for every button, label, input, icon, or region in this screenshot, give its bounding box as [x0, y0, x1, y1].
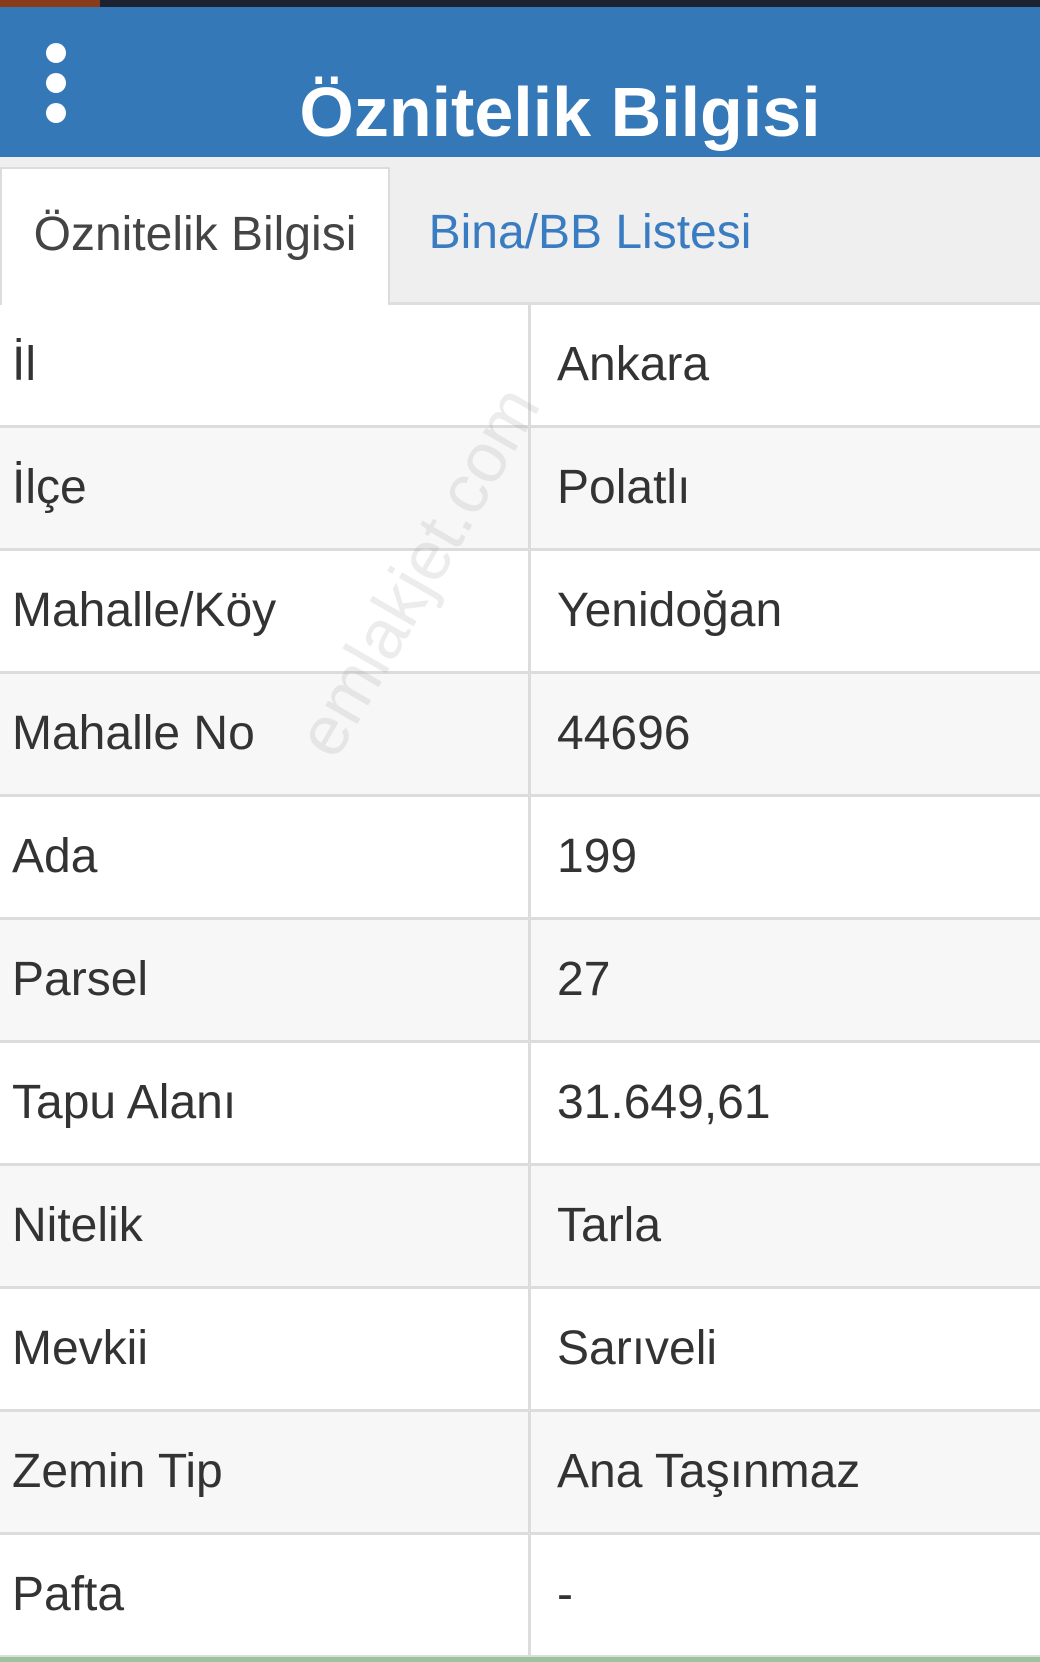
row-value: 44696	[557, 707, 691, 760]
table-row: Parsel 27	[0, 920, 1040, 1043]
row-key: Tapu Alanı	[12, 1076, 237, 1129]
row-key: Mahalle/Köy	[12, 584, 277, 637]
status-strip-accent	[0, 0, 100, 7]
menu-dot	[46, 73, 66, 93]
table-row: Mahalle/Köy Yenidoğan	[0, 551, 1040, 674]
row-key: İlçe	[12, 461, 87, 514]
row-value: Yenidoğan	[557, 584, 783, 637]
row-key: Nitelik	[12, 1199, 143, 1252]
tab-bar: Öznitelik Bilgisi Bina/BB Listesi	[0, 157, 1040, 305]
table-row: İlçe Polatlı	[0, 428, 1040, 551]
row-value: Ana Taşınmaz	[557, 1445, 861, 1498]
table-row: Pafta -	[0, 1535, 1040, 1658]
row-value: 199	[557, 830, 638, 883]
row-value: 27	[557, 953, 611, 1006]
menu-dot	[46, 43, 66, 63]
row-key: Ada	[12, 830, 98, 883]
bottom-edge-line	[0, 1657, 1040, 1662]
table-row: Zemin Tip Ana Taşınmaz	[0, 1412, 1040, 1535]
menu-dot	[46, 103, 66, 123]
row-value: Sarıveli	[557, 1322, 718, 1375]
table-row: Ada 199	[0, 797, 1040, 920]
row-key: İl	[12, 338, 36, 391]
table-row: Mahalle No 44696	[0, 674, 1040, 797]
row-value: Polatlı	[557, 461, 691, 514]
vertical-ellipsis-icon[interactable]	[36, 43, 76, 123]
row-value: Ankara	[557, 338, 710, 391]
table-row: İl Ankara	[0, 305, 1040, 428]
row-key: Mahalle No	[12, 707, 255, 760]
row-value: 31.649,61	[557, 1076, 771, 1129]
row-value: Tarla	[557, 1199, 662, 1252]
row-key: Pafta	[12, 1568, 125, 1621]
row-key: Zemin Tip	[12, 1445, 223, 1498]
page-title: Öznitelik Bilgisi	[299, 73, 821, 151]
row-key: Mevkii	[12, 1322, 149, 1375]
status-strip	[0, 0, 1040, 7]
row-value: -	[557, 1568, 573, 1621]
column-divider	[528, 305, 531, 1657]
header-bar: Öznitelik Bilgisi	[0, 7, 1040, 157]
attribute-table: İl Ankara İlçe Polatlı Mahalle/Köy Yenid…	[0, 305, 1040, 1658]
table-row: Nitelik Tarla	[0, 1166, 1040, 1289]
row-key: Parsel	[12, 953, 149, 1006]
tab-oznitelik-bilgisi[interactable]: Öznitelik Bilgisi	[0, 167, 390, 305]
table-row: Tapu Alanı 31.649,61	[0, 1043, 1040, 1166]
tab-bina-bb-listesi[interactable]: Bina/BB Listesi	[390, 167, 790, 305]
table-row: Mevkii Sarıveli	[0, 1289, 1040, 1412]
